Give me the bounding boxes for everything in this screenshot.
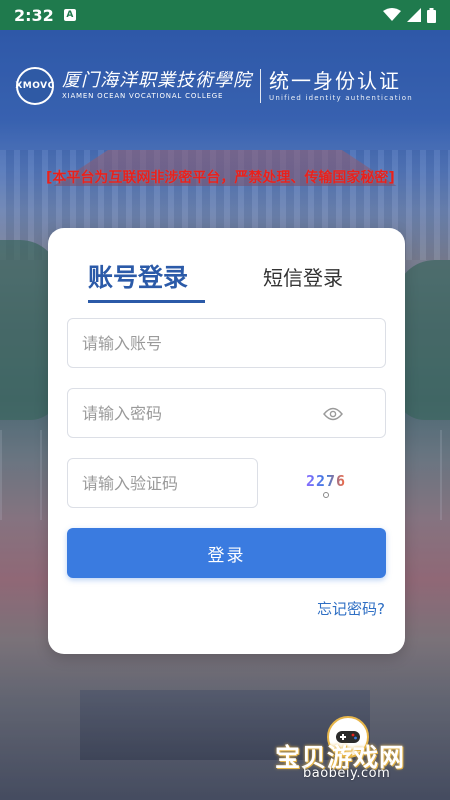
captcha-field[interactable] [67,458,258,508]
college-seal-icon: XMOVC [15,67,54,105]
username-input[interactable] [82,333,385,353]
watermark-logo: 宝贝游戏网 baobeiy.com [275,716,435,796]
status-time: 2:32 [14,5,54,25]
wifi-icon [383,8,401,21]
captcha-dot-icon [323,492,329,498]
login-tabs: 账号登录 短信登录 [48,258,405,304]
eye-icon[interactable] [323,405,343,423]
college-name: 厦门海洋职業技術學院 XIAMEN OCEAN VOCATIONAL COLLE… [62,71,252,101]
auth-title-block: 统一身份认证 Unified identity authentication [269,69,413,103]
status-icons [383,7,436,23]
signal-icon [407,8,421,22]
password-field[interactable] [67,388,386,438]
watermark-url: baobeiy.com [303,766,391,781]
auth-subtitle: Unified identity authentication [269,94,413,102]
tab-active-indicator [88,300,205,303]
auth-title: 统一身份认证 [269,69,401,93]
tab-sms-login[interactable]: 短信登录 [263,262,343,291]
security-warning: [本平台为互联网非涉密平台，严禁处理、传输国家秘密] [46,170,395,186]
battery-icon [427,7,436,23]
username-field[interactable] [67,318,386,368]
login-button[interactable]: 登录 [67,528,386,578]
status-bar: 2:32 A [0,0,450,30]
header-divider [260,69,261,103]
captcha-input[interactable] [82,473,257,493]
college-header: XMOVC 厦门海洋职業技術學院 XIAMEN OCEAN VOCATIONAL… [15,64,436,108]
college-name-cn: 厦门海洋职業技術學院 [62,70,252,91]
forgot-password-link[interactable]: 忘记密码? [317,598,385,619]
tab-account-login[interactable]: 账号登录 [88,258,188,294]
captcha-code: 2276 [305,472,347,490]
notification-icon: A [63,9,76,21]
captcha-image[interactable]: 2276 [296,472,356,502]
college-name-en: XIAMEN OCEAN VOCATIONAL COLLEGE [62,92,224,100]
login-card: 账号登录 短信登录 2276 登录 忘记密码? [48,228,405,654]
